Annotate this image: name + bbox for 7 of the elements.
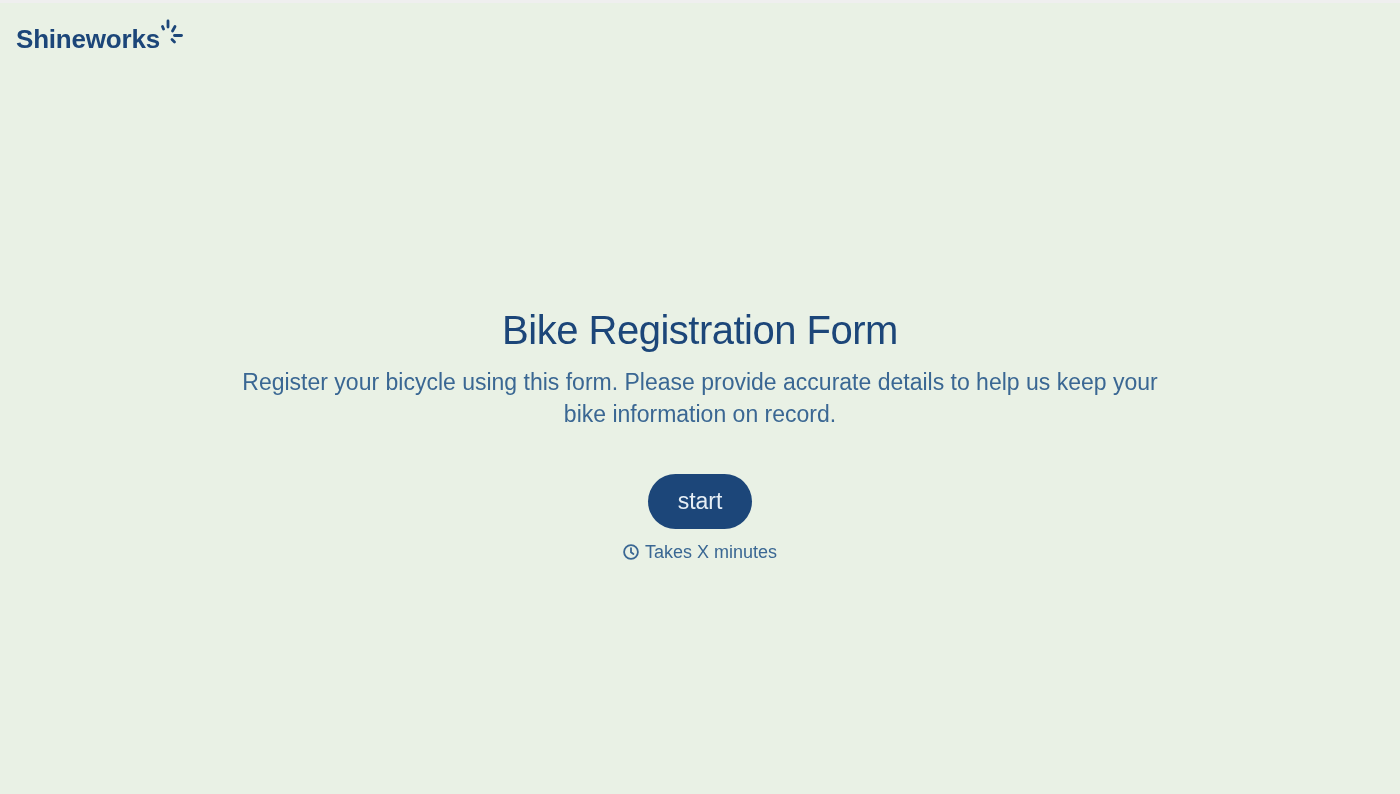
clock-icon <box>622 544 639 560</box>
form-title: Bike Registration Form <box>502 307 898 354</box>
start-button[interactable]: start <box>647 474 753 529</box>
sparkle-icon <box>160 19 183 44</box>
logo-wordmark: Shineworks <box>16 24 160 54</box>
duration-text: Takes X minutes <box>644 541 778 563</box>
form-description: Register your bicycle using this form. Please provide accurate details to help us keep your bike information on record. <box>241 368 1159 429</box>
